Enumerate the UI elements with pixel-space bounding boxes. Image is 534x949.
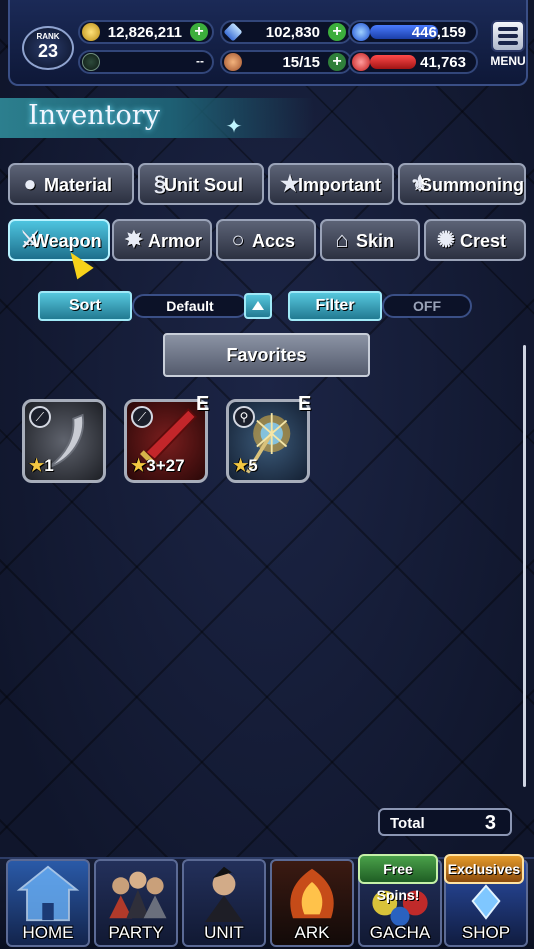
tab-material[interactable]: ● Material (8, 163, 134, 205)
energy-icon (82, 53, 100, 71)
tab-label: Unit Soul (164, 175, 243, 195)
nav-label: GACHA (369, 923, 431, 942)
nav-label: HOME (22, 923, 74, 942)
sort-button[interactable]: Sort (38, 291, 132, 321)
tab-accs[interactable]: ○ Accs (216, 219, 316, 261)
stamina-icon (224, 53, 242, 71)
tab-weapon[interactable]: ⚔ Weapon (8, 219, 110, 261)
tab-label: Armor (148, 231, 203, 251)
hp-orb-icon (352, 53, 370, 71)
menu-label: MENU (490, 54, 526, 68)
dagger-icon: ⟋ (29, 406, 51, 428)
hamburger-icon (491, 20, 525, 52)
item-rarity: ★3+27 (131, 456, 185, 475)
tab-label: Crest (460, 231, 507, 251)
total-counter: Total 3 (378, 808, 512, 836)
nav-ark[interactable]: ARK (270, 859, 354, 947)
sword-icon: ⟋ (131, 406, 153, 428)
tab-summoning[interactable]: ⚜ Summoning (398, 163, 526, 205)
sparkle-icon: ✦ (225, 116, 243, 138)
menu-button[interactable]: MENU (486, 20, 530, 76)
nav-home[interactable]: HOME (6, 859, 90, 947)
tab-label: Weapon (32, 231, 102, 251)
add-gems-button[interactable]: + (328, 23, 346, 41)
nav-party[interactable]: PARTY (94, 859, 178, 947)
crest-icon: ✺ (436, 227, 456, 252)
bag-icon: ● (23, 171, 37, 196)
filter-button[interactable]: Filter (288, 291, 382, 321)
total-label: Total (390, 815, 425, 832)
hp-value: 41,763 (420, 54, 466, 71)
equipped-mark: E (298, 393, 312, 415)
ring-icon: ○ (231, 227, 245, 252)
gil-coin-icon (82, 23, 100, 41)
energy-counter: -- (78, 50, 214, 74)
hp-counter: 41,763 (348, 50, 478, 74)
rank-value: 23 (37, 41, 59, 61)
tab-label: Skin (356, 231, 395, 251)
filter-value[interactable]: OFF (382, 294, 472, 318)
page-title: Inventory (28, 100, 160, 131)
favorites-button[interactable]: Favorites (163, 333, 370, 377)
gem-value: 102,830 (265, 24, 320, 41)
hp-bar (370, 55, 416, 69)
scrollbar[interactable] (523, 345, 526, 787)
exp-orb-icon (352, 23, 370, 41)
tab-unit-soul[interactable]: § Unit Soul (138, 163, 264, 205)
tab-crest[interactable]: ✺ Crest (424, 219, 526, 261)
item-rarity: ★1 (29, 456, 54, 475)
sort-value[interactable]: Default (132, 294, 248, 318)
exclusives-tag: Exclusives (444, 854, 524, 884)
rank-label: RANK (36, 32, 60, 41)
tab-skin[interactable]: ⌂ Skin (320, 219, 420, 261)
free-spins-tag: Free Spins! (358, 854, 438, 903)
gil-counter: 12,826,211 + (78, 20, 214, 44)
armor-icon: ✸ (124, 227, 144, 252)
exp-value: 446,159 (411, 24, 466, 41)
status-bar: RANK 23 12,826,211 + 102,830 + 446,159 -… (8, 0, 528, 86)
add-stamina-button[interactable]: + (328, 53, 346, 71)
tab-label: Summoning (420, 175, 524, 195)
rank-badge: RANK 23 (22, 26, 74, 70)
total-value: 3 (484, 812, 496, 834)
staff-icon: ⚲ (233, 406, 255, 428)
tab-label: Material (44, 175, 113, 195)
stamina-value: 15/15 (282, 54, 320, 71)
tab-armor[interactable]: ✸ Armor (112, 219, 212, 261)
weapon-item[interactable]: ⟋ ★1 (22, 399, 106, 483)
nav-label: SHOP (461, 923, 511, 942)
nav-label: ARK (294, 923, 330, 942)
gem-counter: 102,830 + (220, 20, 352, 44)
exp-counter: 446,159 (348, 20, 478, 44)
nav-label: UNIT (204, 923, 244, 942)
gil-value: 12,826,211 (107, 24, 182, 41)
gem-icon (223, 22, 243, 42)
item-rarity: ★5 (233, 456, 258, 475)
add-gil-button[interactable]: + (190, 23, 208, 41)
hanger-icon: ⌂ (335, 227, 349, 252)
nav-unit[interactable]: UNIT (182, 859, 266, 947)
equipped-mark: E (196, 393, 210, 415)
triangle-up-icon (252, 301, 264, 310)
tab-label: Accs (252, 231, 296, 251)
sort-order-button[interactable] (244, 293, 272, 319)
stamina-counter: 15/15 + (220, 50, 352, 74)
tab-important[interactable]: ★ Important (268, 163, 394, 205)
nav-label: PARTY (108, 923, 164, 942)
energy-value: -- (196, 54, 204, 68)
tab-label: Important (298, 175, 381, 195)
